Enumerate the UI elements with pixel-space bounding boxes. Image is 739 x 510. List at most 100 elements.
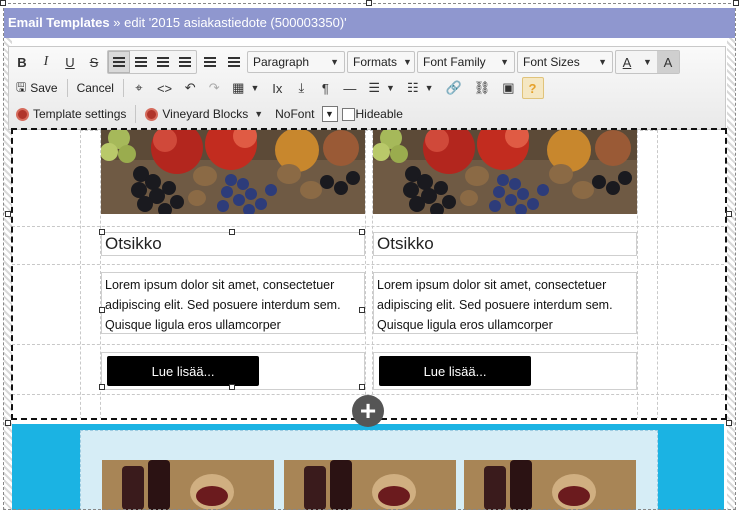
wine-photo[interactable] [464, 460, 636, 510]
resize-handle[interactable] [229, 384, 235, 390]
insert-image-button[interactable]: ▣ [497, 77, 519, 99]
redo-icon: ↷ [208, 80, 220, 95]
background-color-button[interactable]: A [656, 51, 679, 73]
table-button[interactable]: ▦ ▼ [227, 77, 264, 99]
save-label: Save [30, 81, 58, 95]
indent-button[interactable] [223, 51, 245, 73]
nofont-label: NoFont [275, 107, 315, 121]
toolbar-divider [122, 79, 124, 97]
card-button-cell: Lue lisää... [373, 352, 637, 390]
resize-handle[interactable] [229, 229, 235, 235]
resize-handle[interactable] [99, 384, 105, 390]
resize-handle[interactable] [99, 229, 105, 235]
wine-photo[interactable] [102, 460, 274, 510]
template-settings-button[interactable]: Template settings [11, 103, 131, 125]
align-right-button[interactable] [152, 51, 174, 73]
resize-handle[interactable] [5, 420, 11, 426]
card-body-text[interactable]: Lorem ipsum dolor sit amet, consectetuer… [373, 272, 637, 334]
resize-handle[interactable] [99, 307, 105, 313]
text-color-group: A ▼ A [615, 50, 680, 74]
bullet-list-button[interactable]: ☰ ▼ [363, 77, 400, 99]
hideable-label: Hideable [355, 107, 403, 121]
content-card[interactable]: Otsikko Lorem ipsum dolor sit amet, cons… [373, 130, 637, 390]
font-sizes-dropdown[interactable]: Font Sizes ▼ [517, 51, 613, 73]
clear-format-button[interactable]: Ix [266, 77, 288, 99]
resize-handle[interactable] [359, 229, 365, 235]
font-family-dropdown[interactable]: Font Family ▼ [417, 51, 515, 73]
resize-handle[interactable] [726, 420, 732, 426]
insert-link-button[interactable]: 🔗 [441, 77, 467, 99]
font-sizes-label: Font Sizes [523, 55, 580, 69]
remove-link-button[interactable]: ⛓ [469, 77, 496, 99]
align-center-button[interactable] [130, 51, 152, 73]
content-card[interactable]: Otsikko Lorem ipsum dolor sit amet, cons… [101, 130, 365, 390]
redo-button[interactable]: ↷ [203, 77, 225, 99]
hideable-toggle[interactable]: Hideable [340, 103, 408, 125]
chevron-down-icon: ▼ [424, 83, 434, 93]
card-headline[interactable]: Otsikko [101, 232, 365, 256]
align-center-icon [135, 57, 147, 67]
chevron-down-icon: ▼ [500, 57, 509, 67]
indent-icon [228, 57, 240, 67]
text-color-button[interactable]: A [616, 51, 638, 73]
strikethrough-button[interactable]: S [83, 51, 105, 73]
find-replace-button[interactable]: ⌖ [128, 77, 150, 99]
breadcrumb-root[interactable]: Email Templates [8, 15, 110, 30]
hideable-checkbox[interactable] [341, 107, 355, 121]
help-icon: ? [528, 80, 537, 96]
vineyard-logo-icon [145, 107, 159, 121]
resize-handle[interactable] [359, 307, 365, 313]
undo-button[interactable]: ↶ [179, 77, 201, 99]
vineyard-logo-icon [16, 107, 29, 121]
fruit-photo[interactable] [101, 130, 365, 214]
breadcrumb-current: edit '2015 asiakastiedote (500003350)' [124, 15, 347, 30]
resize-handle[interactable] [359, 384, 365, 390]
toolbar-row-2: 🖫 Save Cancel ⌖ <> ↶ ↷ ▦ ▼ Ix ⤓ ¶ — ☰ ▼ ☷ ▼ … [11, 76, 544, 100]
row-guide [12, 264, 724, 265]
fruit-photo[interactable] [373, 130, 637, 214]
pilcrow-icon: ¶ [321, 80, 329, 96]
cancel-button[interactable]: Cancel [72, 77, 119, 99]
help-button[interactable]: ? [521, 77, 544, 99]
title-bar: Email Templates » edit '2015 asiakastied… [4, 8, 735, 38]
add-section-button[interactable]: + [352, 395, 384, 427]
card-body-text[interactable]: Lorem ipsum dolor sit amet, consectetuer… [101, 272, 365, 334]
resize-handle[interactable] [5, 211, 11, 217]
nofont-select[interactable]: ▼ [321, 106, 338, 122]
binoculars-icon: ⌖ [135, 80, 143, 95]
chevron-down-icon: ▼ [254, 109, 264, 119]
horizontal-rule-button[interactable]: — [338, 77, 361, 99]
resize-handle[interactable] [726, 211, 732, 217]
underline-button[interactable]: U [59, 51, 81, 73]
toolbar-row-1: B I U S Paragraph ▼ Formats ▼ Font Family ▼… [11, 50, 680, 74]
insert-anchor-button[interactable]: ⤓ [290, 77, 312, 99]
vineyard-blocks-dropdown[interactable]: Vineyard Blocks ▼ [140, 103, 268, 125]
resize-handle[interactable] [366, 0, 372, 6]
resize-handle[interactable] [0, 0, 6, 6]
card-headline[interactable]: Otsikko [373, 232, 637, 256]
blue-section[interactable] [12, 424, 724, 510]
align-left-button[interactable] [108, 51, 130, 73]
read-more-button[interactable]: Lue lisää... [107, 356, 259, 386]
bold-button[interactable]: B [11, 51, 33, 73]
numbered-list-button[interactable]: ☷ ▼ [402, 77, 439, 99]
italic-button[interactable]: I [35, 51, 57, 73]
chevron-down-icon: ▼ [330, 57, 339, 67]
formats-dropdown[interactable]: Formats ▼ [347, 51, 415, 73]
right-hatch [727, 38, 735, 510]
wine-photo[interactable] [284, 460, 456, 510]
link-icon: 🔗 [445, 80, 462, 95]
source-code-button[interactable]: <> [152, 77, 177, 99]
read-more-button[interactable]: Lue lisää... [379, 356, 531, 386]
block-format-dropdown[interactable]: Paragraph ▼ [247, 51, 345, 73]
row-guide [12, 226, 724, 227]
save-button[interactable]: 🖫 Save [11, 77, 63, 99]
paragraph-mark-button[interactable]: ¶ [314, 77, 336, 99]
clear-format-icon: Ix [272, 80, 283, 96]
editor-canvas[interactable]: Otsikko Lorem ipsum dolor sit amet, cons… [12, 130, 724, 418]
resize-handle[interactable] [733, 0, 739, 6]
toolbar-row-3: Template settings Vineyard Blocks ▼ NoFon… [11, 102, 408, 126]
text-color-caret[interactable]: ▼ [638, 51, 657, 73]
align-justify-button[interactable] [174, 51, 196, 73]
outdent-button[interactable] [199, 51, 221, 73]
